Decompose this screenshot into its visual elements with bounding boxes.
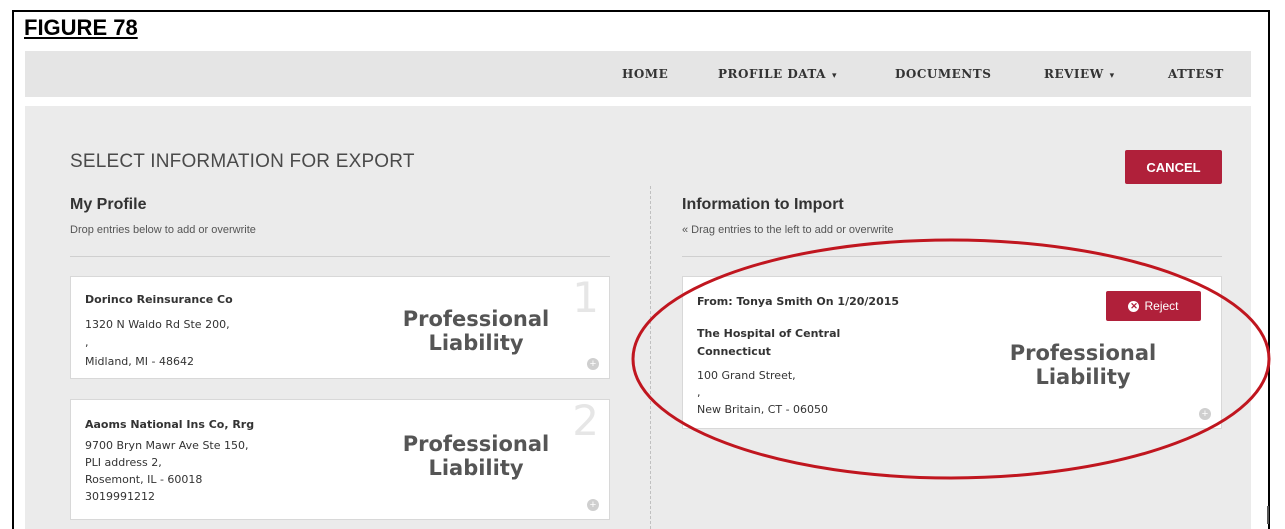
record-type-line-2: Liability <box>1035 365 1131 389</box>
nav-review-label: REVIEW <box>1044 67 1104 81</box>
chevron-down-icon: ▾ <box>832 71 838 81</box>
record-type-line-2: Liability <box>428 456 524 480</box>
profile-card-1[interactable]: 1 Dorinco Reinsurance Co 1320 N Waldo Rd… <box>70 273 610 379</box>
carrier-name: Aaoms National Ins Co, Rrg <box>85 418 255 431</box>
import-divider <box>682 256 1222 257</box>
import-source-line: From: Tonya Smith On 1/20/2015 <box>697 295 900 308</box>
import-card[interactable]: From: Tonya Smith On 1/20/2015 ✕ Reject T… <box>682 276 1222 429</box>
nav-home[interactable]: HOME <box>622 67 668 81</box>
my-profile-heading: My Profile <box>70 196 147 213</box>
chevron-down-icon: ▾ <box>1109 71 1115 81</box>
text-cursor <box>1267 506 1269 524</box>
nav-profile-data[interactable]: PROFILE DATA ▾ <box>718 67 837 81</box>
record-type-line-1: Professional <box>402 307 550 331</box>
record-type: Professional Liability <box>391 307 561 355</box>
record-type: Professional Liability <box>998 341 1168 389</box>
import-subheading: « Drag entries to the left to add or ove… <box>682 224 894 236</box>
facility-name-line-2: Connecticut <box>697 345 771 358</box>
nav-documents[interactable]: DOCUMENTS <box>895 67 991 81</box>
page-title: SELECT INFORMATION FOR EXPORT <box>70 151 415 172</box>
address-line-2: , <box>697 386 701 399</box>
nav-review[interactable]: REVIEW ▾ <box>1044 67 1115 81</box>
city-line: New Britain, CT - 06050 <box>697 403 829 416</box>
nav-home-label: HOME <box>622 67 669 81</box>
record-type: Professional Liability <box>391 432 561 480</box>
address-line-2: PLI address 2, <box>85 456 162 469</box>
address-line-2: , <box>85 336 89 349</box>
add-circle-icon[interactable]: + <box>1199 408 1211 420</box>
top-navbar: HOME PROFILE DATA ▾ DOCUMENTS REVIEW ▾ ATT… <box>25 51 1251 97</box>
close-circle-icon: ✕ <box>1128 301 1140 313</box>
my-profile-divider <box>70 256 610 257</box>
record-type-line-1: Professional <box>1009 341 1157 365</box>
city-line: Rosemont, IL - 60018 <box>85 473 203 486</box>
cancel-button[interactable]: CANCEL <box>1125 150 1222 184</box>
reject-label: Reject <box>1144 299 1179 313</box>
carrier-name: Dorinco Reinsurance Co <box>85 293 233 306</box>
nav-profile-data-label: PROFILE DATA <box>718 67 826 81</box>
address-line-1: 9700 Bryn Mawr Ave Ste 150, <box>85 439 249 452</box>
address-line-1: 1320 N Waldo Rd Ste 200, <box>85 318 230 331</box>
profile-card-2[interactable]: 2 Aaoms National Ins Co, Rrg 9700 Bryn M… <box>70 396 610 520</box>
card-number: 1 <box>572 273 599 322</box>
import-heading: Information to Import <box>682 196 844 213</box>
column-divider <box>650 186 651 529</box>
record-type-line-1: Professional <box>402 432 550 456</box>
my-profile-subheading: Drop entries below to add or overwrite <box>70 224 256 236</box>
add-circle-icon[interactable]: + <box>587 358 599 370</box>
nav-attest-label: ATTEST <box>1168 67 1224 81</box>
reject-button[interactable]: ✕ Reject <box>1106 291 1201 321</box>
card-number: 2 <box>572 396 599 445</box>
address-line-1: 100 Grand Street, <box>697 369 796 382</box>
add-circle-icon[interactable]: + <box>587 499 599 511</box>
city-line: Midland, MI - 48642 <box>85 355 194 368</box>
facility-name-line-1: The Hospital of Central <box>697 327 841 340</box>
phone-line: 3019991212 <box>85 490 155 503</box>
nav-attest[interactable]: ATTEST <box>1168 67 1224 81</box>
nav-documents-label: DOCUMENTS <box>895 67 992 81</box>
record-type-line-2: Liability <box>428 331 524 355</box>
figure-label: FIGURE 78 <box>24 15 138 40</box>
